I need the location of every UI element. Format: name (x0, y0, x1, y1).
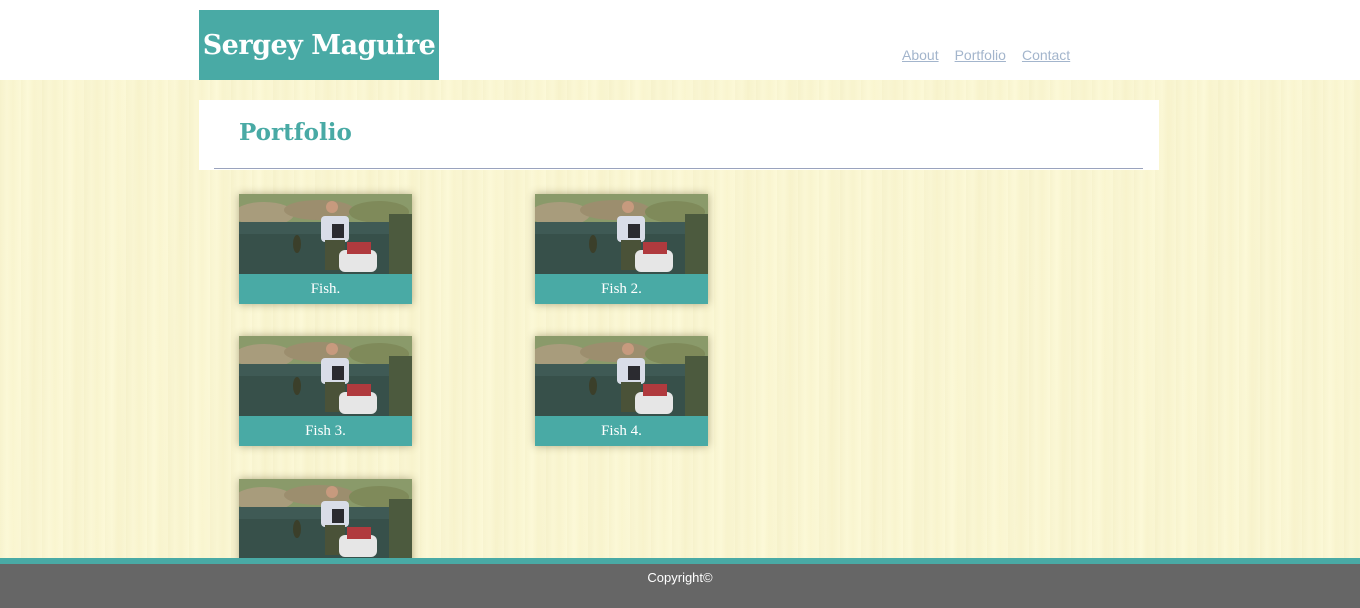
portfolio-caption: Fish 2. (535, 274, 708, 304)
fishing-photo (535, 336, 708, 416)
fishing-photo (535, 194, 708, 274)
fishing-photo (239, 479, 412, 559)
fishing-photo (239, 336, 412, 416)
nav-link-contact[interactable]: Contact (1022, 47, 1070, 63)
portfolio-item-4[interactable]: Fish 4. (535, 336, 708, 446)
portfolio-caption: Fish. (239, 274, 412, 304)
title-divider (214, 168, 1143, 169)
page-title: Portfolio (239, 119, 352, 146)
portfolio-item-1[interactable]: Fish. (239, 194, 412, 304)
nav-link-portfolio[interactable]: Portfolio (955, 47, 1006, 63)
fishing-photo (239, 194, 412, 274)
site-footer: Copyright© (0, 564, 1360, 608)
site-header: Sergey Maguire About Portfolio Contact (0, 0, 1360, 80)
main-nav: About Portfolio Contact (902, 47, 1070, 63)
page-title-box: Portfolio (199, 100, 1159, 170)
portfolio-item-2[interactable]: Fish 2. (535, 194, 708, 304)
nav-link-about[interactable]: About (902, 47, 939, 63)
portfolio-item-3[interactable]: Fish 3. (239, 336, 412, 446)
portfolio-caption: Fish 3. (239, 416, 412, 446)
site-logo[interactable]: Sergey Maguire (199, 10, 439, 80)
copyright-text: Copyright© (647, 570, 713, 585)
portfolio-caption: Fish 4. (535, 416, 708, 446)
